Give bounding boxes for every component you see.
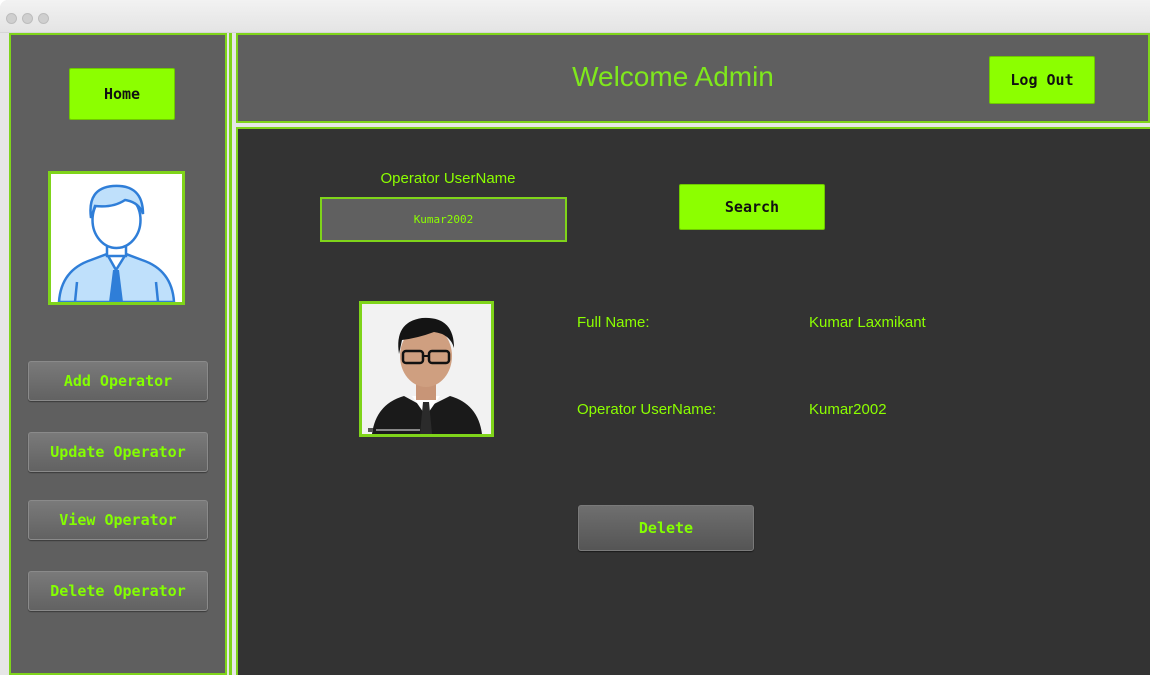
full-name-label: Full Name: [577, 314, 650, 331]
app-window: Home Add Operator Update Operator View O… [0, 0, 1150, 675]
panel-divider [229, 33, 232, 675]
user-avatar-icon [48, 171, 185, 305]
header: Welcome Admin Log Out [236, 33, 1150, 123]
logout-button[interactable]: Log Out [989, 56, 1095, 104]
minimize-window-icon[interactable] [22, 13, 33, 24]
delete-operator-button[interactable]: Delete Operator [28, 571, 208, 611]
page-title: Welcome Admin [572, 61, 774, 92]
update-operator-button[interactable]: Update Operator [28, 432, 208, 472]
search-button[interactable]: Search [679, 184, 825, 230]
operator-username-value: Kumar2002 [809, 401, 887, 418]
add-operator-button[interactable]: Add Operator [28, 361, 208, 401]
delete-button[interactable]: Delete [578, 505, 754, 551]
main-content: Operator UserName Search Full Name: Kuma… [236, 127, 1150, 675]
home-button[interactable]: Home [69, 68, 175, 120]
operator-username-label: Operator UserName: [577, 401, 717, 418]
view-operator-button[interactable]: View Operator [28, 500, 208, 540]
operator-photo [359, 301, 494, 437]
full-name-value: Kumar Laxmikant [809, 314, 926, 331]
search-label: Operator UserName [380, 170, 516, 187]
maximize-window-icon[interactable] [38, 13, 49, 24]
operator-username-input[interactable] [320, 197, 567, 242]
title-bar [0, 0, 1150, 33]
sidebar: Home Add Operator Update Operator View O… [9, 33, 227, 675]
close-window-icon[interactable] [6, 13, 17, 24]
